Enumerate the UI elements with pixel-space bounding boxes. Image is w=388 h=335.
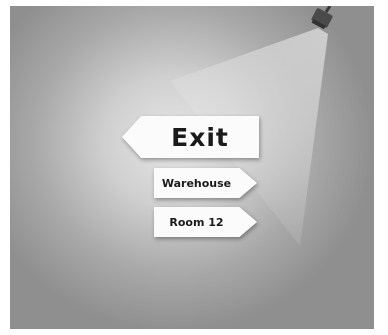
room-sign: Room 12 <box>154 207 257 237</box>
room-sign-label: Room 12 <box>169 215 224 229</box>
exit-sign: Exit <box>122 116 259 158</box>
spotlight-scene: Exit Warehouse Room 12 <box>10 6 374 329</box>
exit-sign-label: Exit <box>171 122 229 152</box>
warehouse-sign: Warehouse <box>154 168 257 198</box>
warehouse-sign-label: Warehouse <box>161 176 232 190</box>
